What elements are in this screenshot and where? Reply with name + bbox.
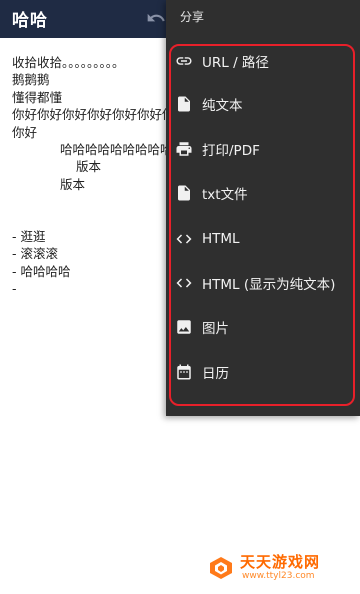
menu-item-image[interactable]: 图片 (166, 307, 360, 347)
printer-icon (175, 140, 193, 158)
link-icon (175, 52, 193, 70)
menu-item-label: HTML (显示为纯文本) (202, 277, 336, 293)
share-menu: 分享 URL / 路径 纯文本 打印/PDF txt文件 HTML HTML (… (166, 0, 360, 416)
menu-item-label: 纯文本 (202, 98, 243, 114)
menu-item-label: 日历 (202, 366, 229, 382)
undo-icon[interactable] (146, 8, 166, 28)
code-icon (175, 230, 193, 248)
note-line (12, 193, 172, 210)
note-line (12, 211, 172, 228)
note-line: 收拾收拾。。。。。。。。。 (12, 55, 125, 70)
code-icon (175, 274, 193, 292)
watermark: 天天游戏网 www.ttyl23.com (196, 543, 360, 594)
menu-item-label: 图片 (202, 321, 229, 337)
menu-item-label: 打印/PDF (202, 143, 260, 159)
note-list-item: - (12, 281, 17, 297)
menu-item-label: txt文件 (202, 187, 248, 203)
note-list-item: - 滚滚滚 (12, 246, 58, 262)
note-line: 鹅鹅鹅 (12, 72, 50, 88)
watermark-title: 天天游戏网 (240, 553, 321, 571)
watermark-url: www.ttyl23.com (242, 571, 315, 581)
note-body[interactable]: 收拾收拾。。。。。。。。。 鹅鹅鹅 懂得都懂 你好你好你好你好你好你好你好 你好… (12, 54, 172, 297)
document-icon (175, 95, 193, 113)
menu-item-calendar[interactable]: 日历 (166, 352, 360, 392)
menu-item-label: HTML (202, 231, 240, 247)
menu-item-html[interactable]: HTML (166, 219, 360, 259)
menu-item-url[interactable]: URL / 路径 (166, 41, 360, 81)
document-icon (175, 184, 193, 202)
share-menu-title: 分享 (180, 10, 205, 24)
menu-item-html-plain[interactable]: HTML (显示为纯文本) (166, 263, 360, 303)
menu-item-txt-file[interactable]: txt文件 (166, 173, 360, 213)
note-line: 版本 (60, 176, 86, 192)
note-list-item: - 哈哈哈哈 (12, 263, 71, 279)
note-line: 懂得都懂 (12, 89, 63, 105)
note-line: 你好你好你好你好你好你好你好 (12, 107, 172, 123)
calendar-icon (175, 363, 193, 381)
note-list-item: - 逛逛 (12, 228, 46, 244)
note-title[interactable]: 哈哈 (12, 6, 48, 31)
note-line: 哈哈哈哈哈哈哈哈哈哈 (60, 141, 172, 157)
note-line: 版本 (76, 159, 102, 175)
menu-item-label: URL / 路径 (202, 55, 269, 71)
image-icon (175, 318, 193, 336)
menu-item-plain-text[interactable]: 纯文本 (166, 84, 360, 124)
watermark-logo-icon (210, 557, 232, 579)
note-line: 你好 (12, 124, 38, 140)
menu-item-print-pdf[interactable]: 打印/PDF (166, 129, 360, 169)
